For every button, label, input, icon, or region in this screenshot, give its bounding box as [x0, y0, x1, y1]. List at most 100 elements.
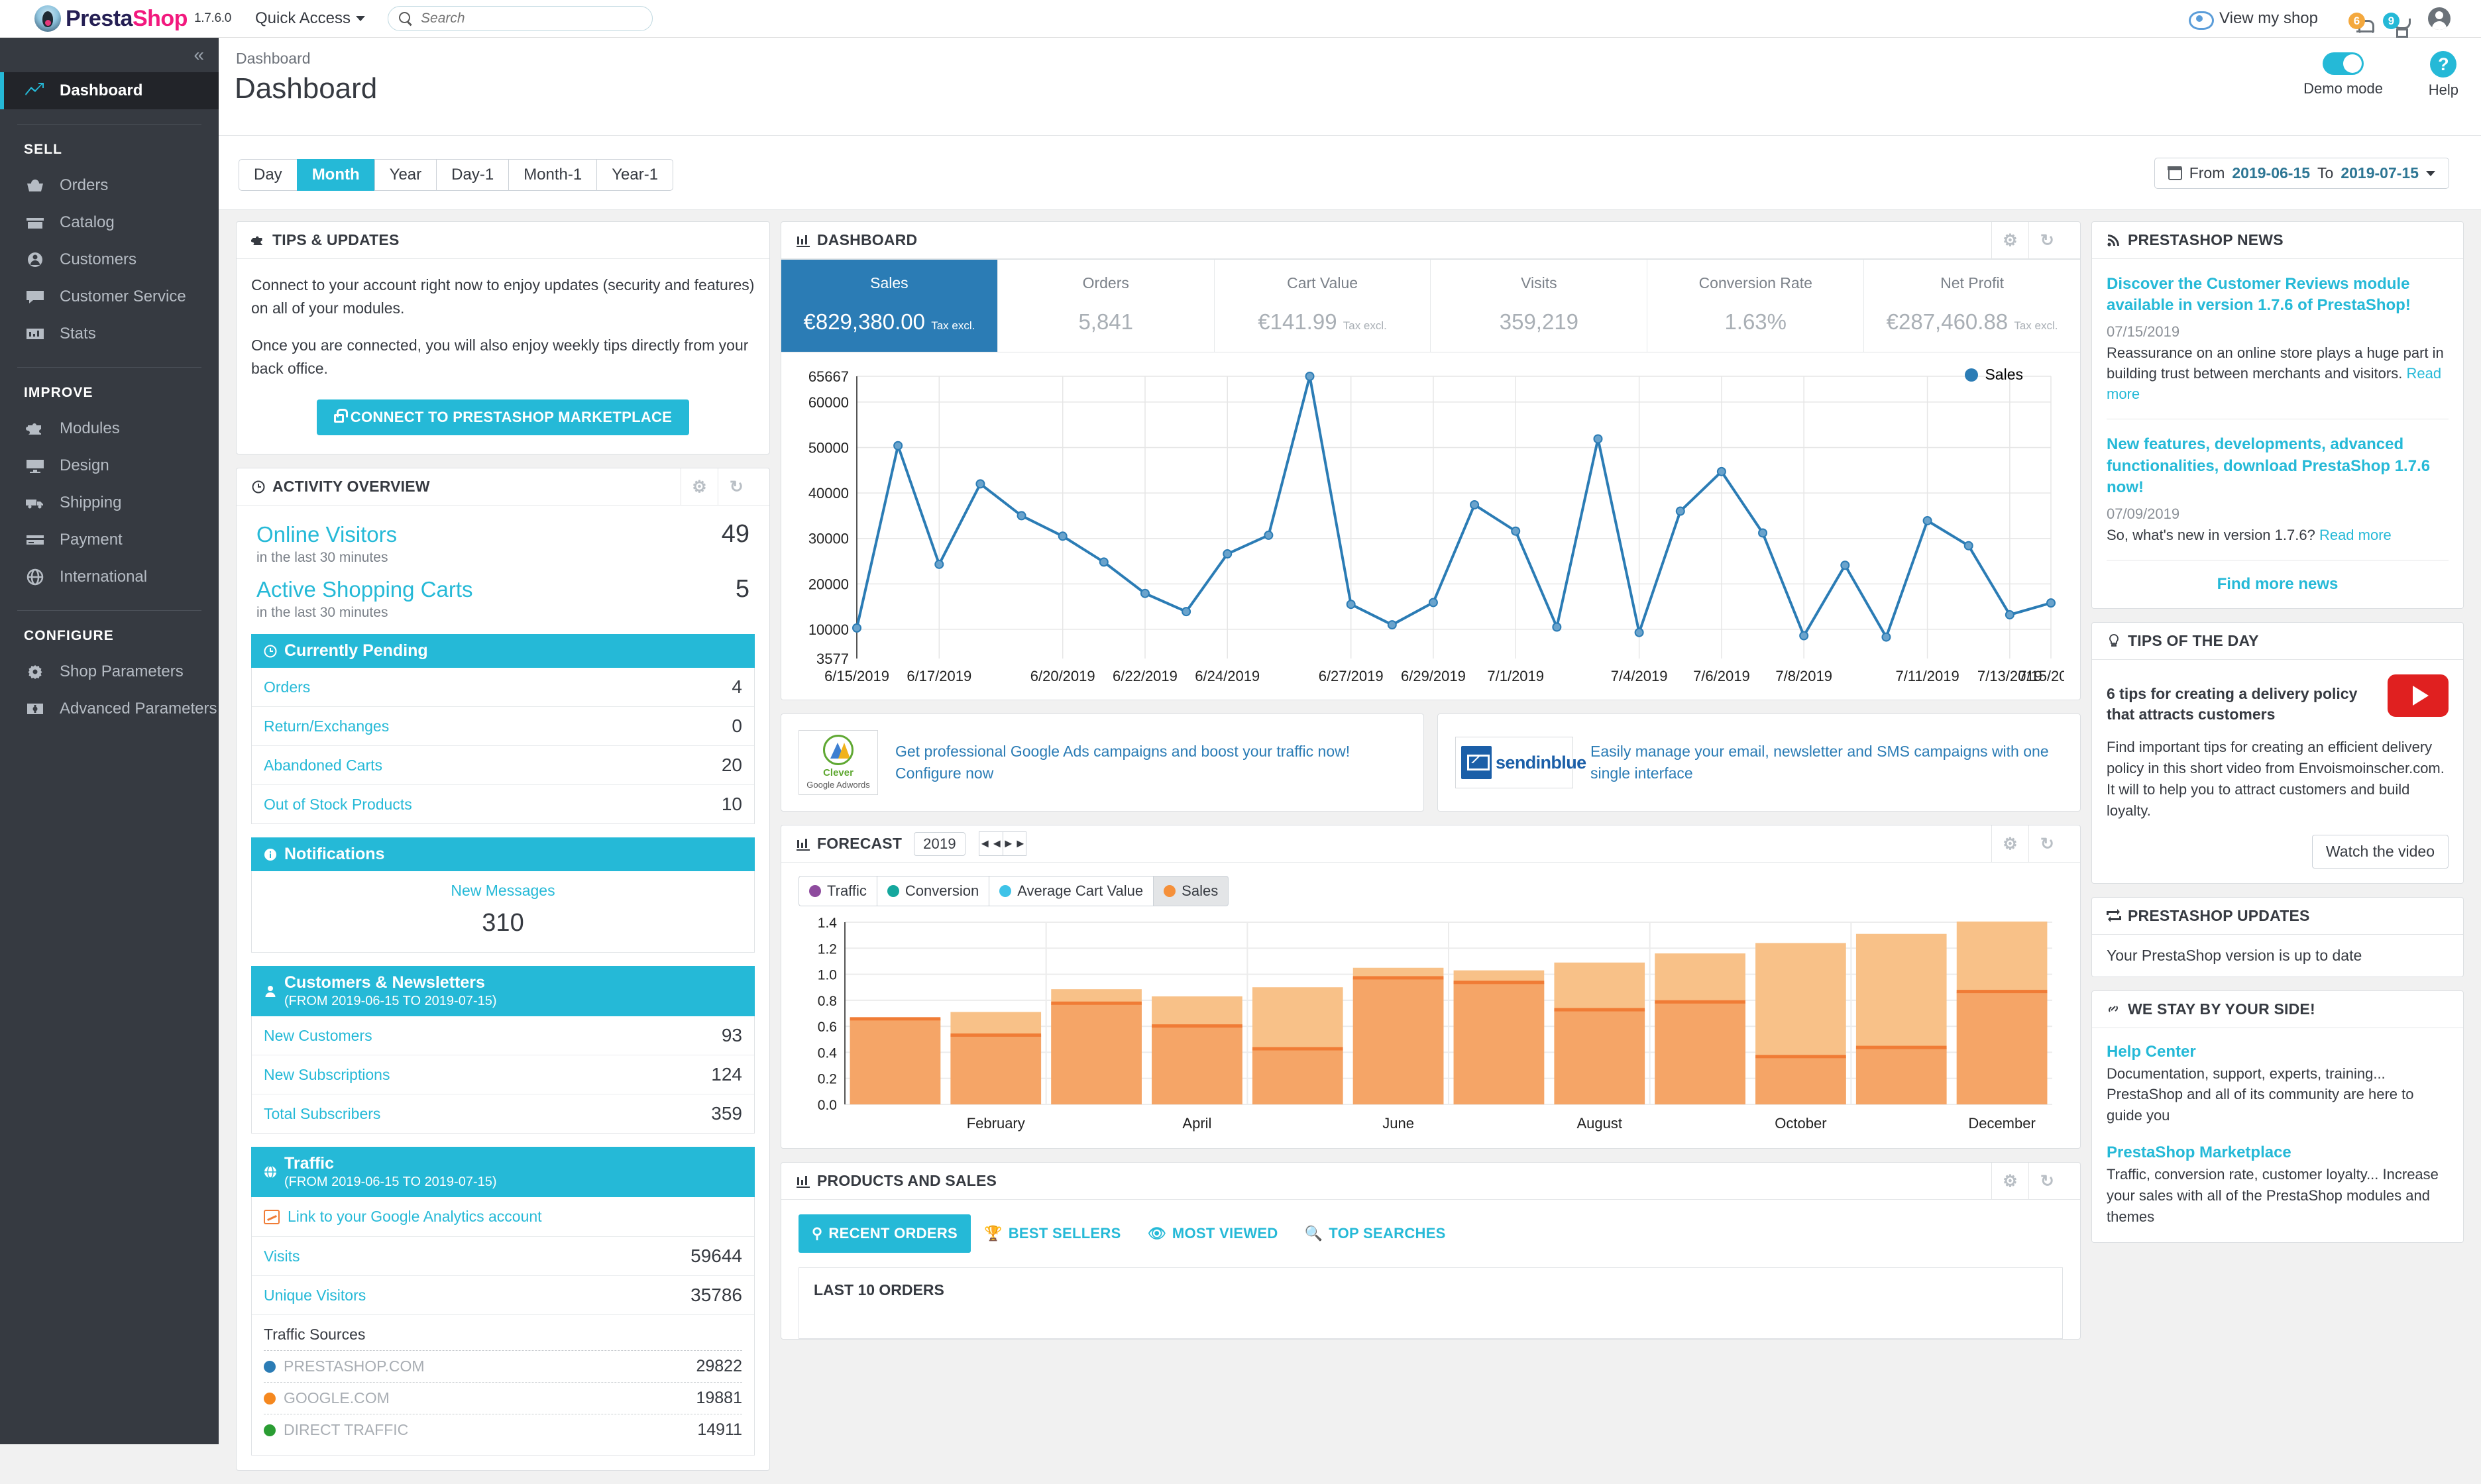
customers-newsletters-range: (FROM 2019-06-15 TO 2019-07-15) [284, 994, 497, 1009]
sidebar-item-orders[interactable]: Orders [0, 167, 219, 204]
svg-text:August: August [1577, 1115, 1623, 1132]
tab-top-searches[interactable]: 🔍TOP SEARCHES [1292, 1214, 1459, 1253]
sidebar-item-catalog[interactable]: Catalog [0, 204, 219, 241]
basket-icon [25, 177, 45, 194]
view-my-shop-link[interactable]: View my shop [2219, 9, 2318, 28]
google-adwords-ad[interactable]: Clever Google Adwords Get professional G… [781, 714, 1424, 812]
refresh-icon[interactable]: ↻ [2028, 1163, 2066, 1199]
search-box[interactable] [388, 6, 653, 31]
abandoned-carts-link[interactable]: Abandoned Carts [264, 757, 382, 774]
source-color-dot [264, 1393, 276, 1404]
period-year[interactable]: Year [374, 159, 437, 191]
sidebar-item-dashboard[interactable]: Dashboard [0, 72, 219, 109]
period-month[interactable]: Month [297, 159, 374, 191]
gear-icon[interactable]: ⚙ [1991, 222, 2028, 258]
tab-most-viewed[interactable]: 👁MOST VIEWED [1134, 1214, 1292, 1253]
tab-best-sellers[interactable]: 🏆BEST SELLERS [971, 1214, 1134, 1253]
sidebar-collapse-button[interactable]: « [0, 38, 219, 72]
sidebar-item-design[interactable]: Design [0, 447, 219, 484]
date-range-picker[interactable]: From 2019-06-15 To 2019-07-15 [2154, 158, 2449, 189]
refresh-icon[interactable]: ↻ [718, 468, 755, 505]
sendinblue-ad-text[interactable]: Easily manage your email, newsletter and… [1590, 741, 2063, 785]
tab-recent-orders[interactable]: ⚲RECENT ORDERS [799, 1214, 971, 1253]
online-visitors-label[interactable]: Online Visitors [256, 522, 397, 547]
new-subscriptions-link[interactable]: New Subscriptions [264, 1066, 390, 1084]
list-item: New Subscriptions124 [252, 1055, 754, 1094]
prestashop-logo[interactable]: PrestaShop 1.7.6.0 [34, 5, 231, 32]
forecast-series-sales[interactable]: Sales [1153, 876, 1229, 906]
sidebar-item-advanced-parameters[interactable]: Advanced Parameters [0, 690, 219, 727]
period-year-1[interactable]: Year-1 [596, 159, 673, 191]
kpi-conversion-rate[interactable]: Conversion Rate 1.63% [1647, 260, 1864, 352]
forecast-series-average-cart-value[interactable]: Average Cart Value [989, 876, 1153, 906]
gear-icon[interactable]: ⚙ [1991, 1163, 2028, 1199]
kpi-net-profit[interactable]: Net Profit €287,460.88 Tax excl. [1864, 260, 2080, 352]
unique-visitors-link[interactable]: Unique Visitors [264, 1287, 366, 1304]
adwords-logo-line1: Clever [823, 767, 854, 780]
demo-mode-toggle[interactable] [2323, 52, 2364, 75]
tips-of-the-day-panel: TIPS OF THE DAY 6 tips for creating a de… [2091, 622, 2464, 884]
sidebar-item-payment[interactable]: Payment [0, 521, 219, 558]
svg-text:7/11/2019: 7/11/2019 [1895, 668, 1959, 684]
new-messages-link[interactable]: New Messages [252, 882, 754, 900]
forecast-prev-button[interactable]: ◄◄ [979, 831, 1003, 856]
svg-text:6/29/2019: 6/29/2019 [1401, 668, 1466, 684]
sidebar-item-stats[interactable]: Stats [0, 315, 219, 352]
news-item-title[interactable]: Discover the Customer Reviews module ava… [2107, 274, 2449, 317]
advertisement-row: Clever Google Adwords Get professional G… [781, 714, 2081, 812]
connect-marketplace-button[interactable]: CONNECT TO PRESTASHOP MARKETPLACE [317, 399, 689, 435]
watch-video-button[interactable]: Watch the video [2312, 835, 2449, 869]
sidebar-item-international[interactable]: International [0, 558, 219, 596]
news-read-more-link[interactable]: Read more [2319, 527, 2392, 543]
kpi-amount: 1.63% [1724, 309, 1787, 334]
find-more-news-link[interactable]: Find more news [2107, 575, 2449, 594]
chat-icon [25, 288, 45, 305]
bar-chart-icon [796, 1175, 810, 1188]
sidebar-item-modules[interactable]: Modules [0, 410, 219, 447]
forecast-year-selector[interactable]: 2019 [914, 832, 965, 856]
forecast-series-traffic[interactable]: Traffic [799, 876, 877, 906]
sidebar-item-customer-service[interactable]: Customer Service [0, 278, 219, 315]
quick-access-menu[interactable]: Quick Access [255, 9, 365, 28]
period-day-1[interactable]: Day-1 [436, 159, 508, 191]
sidebar-item-shipping[interactable]: Shipping [0, 484, 219, 521]
pending-orders-link[interactable]: Orders [264, 678, 310, 696]
sidebar-item-customers[interactable]: Customers [0, 241, 219, 278]
marketplace-link[interactable]: PrestaShop Marketplace [2107, 1143, 2449, 1162]
forecast-next-button[interactable]: ►► [1003, 831, 1026, 856]
kpi-visits[interactable]: Visits 359,219 [1431, 260, 1647, 352]
forecast-series-conversion[interactable]: Conversion [877, 876, 989, 906]
kpi-sales[interactable]: Sales €829,380.00 Tax excl. [781, 260, 998, 352]
svg-text:October: October [1775, 1115, 1826, 1132]
kpi-cart-value[interactable]: Cart Value €141.99 Tax excl. [1215, 260, 1431, 352]
total-subscribers-link[interactable]: Total Subscribers [264, 1105, 380, 1123]
google-analytics-link[interactable]: Link to your Google Analytics account [288, 1208, 542, 1226]
new-customers-link[interactable]: New Customers [264, 1027, 372, 1045]
dashboard-toolbar: Day Month Year Day-1 Month-1 Year-1 From… [219, 136, 2481, 210]
legend-color-dot [1164, 885, 1176, 897]
pending-returns-link[interactable]: Return/Exchanges [264, 717, 389, 735]
gear-icon[interactable]: ⚙ [681, 468, 718, 505]
sendinblue-ad[interactable]: sendinblue Easily manage your email, new… [1437, 714, 2081, 812]
page-header: Dashboard Dashboard Demo mode ? Help [219, 38, 2481, 136]
search-input[interactable] [421, 11, 641, 26]
avatar[interactable] [2428, 7, 2451, 30]
active-carts-value: 5 [736, 575, 749, 604]
help-control[interactable]: ? Help [2429, 51, 2458, 99]
rss-icon [2107, 234, 2121, 247]
refresh-icon[interactable]: ↻ [2028, 222, 2066, 258]
youtube-play-icon[interactable] [2388, 674, 2449, 717]
news-item-title[interactable]: New features, developments, advanced fun… [2107, 434, 2449, 498]
sidebar-item-shop-parameters[interactable]: Shop Parameters [0, 653, 219, 690]
gear-icon[interactable]: ⚙ [1991, 825, 2028, 862]
visits-link[interactable]: Visits [264, 1247, 300, 1265]
active-carts-label[interactable]: Active Shopping Carts [256, 577, 473, 602]
help-center-link[interactable]: Help Center [2107, 1043, 2449, 1061]
legend-color-dot [809, 885, 821, 897]
period-day[interactable]: Day [239, 159, 297, 191]
kpi-orders[interactable]: Orders 5,841 [998, 260, 1215, 352]
refresh-icon[interactable]: ↻ [2028, 825, 2066, 862]
period-month-1[interactable]: Month-1 [508, 159, 596, 191]
out-of-stock-link[interactable]: Out of Stock Products [264, 796, 412, 814]
adwords-ad-text[interactable]: Get professional Google Ads campaigns an… [895, 741, 1406, 785]
